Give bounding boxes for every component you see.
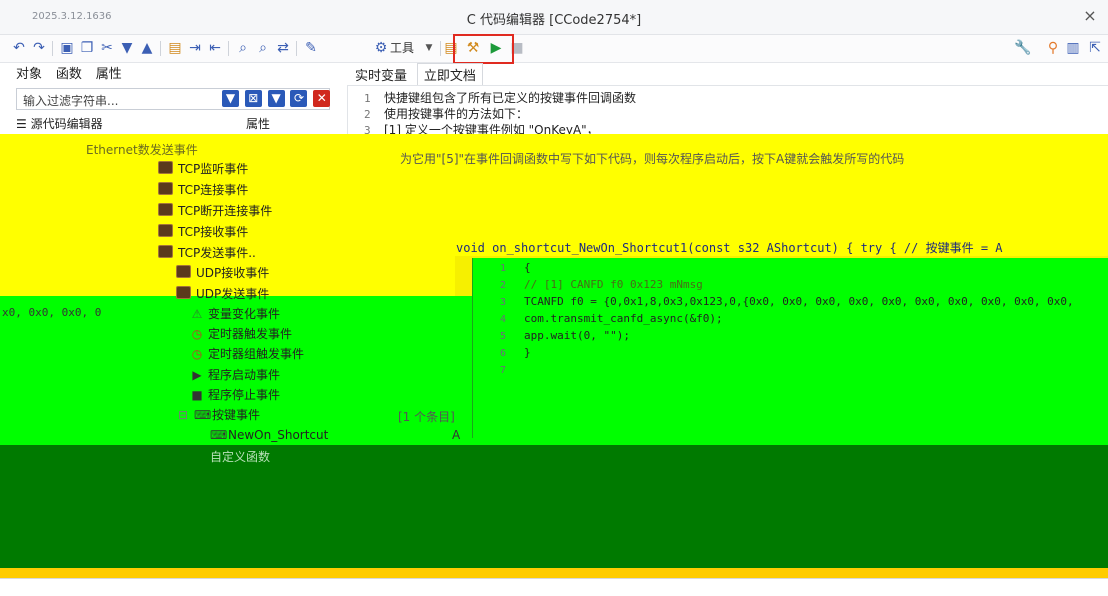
tree-item-tcp-disconnect[interactable]: TCP断开连接事件: [158, 202, 272, 219]
overlay-dark-green: [0, 445, 1108, 578]
collapse-icon: ⊟: [177, 408, 189, 422]
tree-item-udp-send[interactable]: UDP发送事件: [176, 285, 269, 302]
outdent-icon[interactable]: ⇤: [206, 38, 224, 58]
cut-icon[interactable]: ✂: [98, 38, 116, 58]
tree-item-tcp-send[interactable]: TCP发送事件..: [158, 244, 256, 261]
toolbar-separator: [296, 41, 297, 56]
chevron-down-icon[interactable]: ▼: [420, 38, 438, 58]
tree-item-tcp-connect[interactable]: TCP连接事件: [158, 181, 248, 198]
keyboard-icon: ⌨: [194, 408, 212, 422]
tree-item-udp-receive[interactable]: UDP接收事件: [176, 264, 269, 281]
window-icon[interactable]: ▥: [1064, 38, 1082, 58]
tree-item-ethernet[interactable]: Ethernet数发送事件: [86, 141, 198, 158]
code-signature[interactable]: void on_shortcut_NewOn_Shortcut1(const s…: [456, 239, 1003, 256]
event-icon: [176, 286, 191, 299]
code-line[interactable]: 6}: [478, 346, 531, 359]
code-line[interactable]: 4 com.transmit_canfd_async(&f0);: [478, 312, 723, 325]
window-title: C 代码编辑器 [CCode2754*]: [466, 13, 642, 28]
event-icon: [158, 182, 173, 195]
filter-clear-icon[interactable]: ⊠: [244, 90, 262, 107]
overlay-yellow-bottom: [0, 568, 1108, 578]
link-icon[interactable]: ⚲: [1044, 38, 1062, 58]
code-gutter-divider: [472, 258, 473, 438]
play-icon: ▶: [192, 368, 202, 382]
event-icon: [158, 161, 173, 174]
tree-item-tcp-receive[interactable]: TCP接收事件: [158, 223, 248, 240]
toolbar-separator: [160, 41, 161, 56]
expand-icon[interactable]: ▼: [267, 90, 285, 107]
filter-icons: ▼ ⊠ ▼ ⟳ ✕: [222, 90, 332, 107]
tree-item-newon-shortcut[interactable]: ⌨NewOn_Shortcut: [210, 428, 328, 442]
tree-item-timer[interactable]: ◷ 定时器触发事件: [190, 325, 292, 342]
tree-item-program-stop[interactable]: ■ 程序停止事件: [190, 386, 280, 403]
refresh-icon[interactable]: ⟳: [290, 90, 308, 107]
toolbar: ↶ ↷ ▣ ❐ ✂ ▼ ▲ ▤ ⇥ ⇤ ⌕ ⌕ ⇄ ✎ ⚙ 工具 ▼ ▤ ⚒ ▶…: [0, 35, 1108, 63]
delete-icon[interactable]: ✕: [313, 90, 331, 107]
tree-root[interactable]: 源代码编辑器: [31, 117, 103, 131]
tree-header: ☰ 源代码编辑器 属性: [16, 115, 336, 132]
tab-objects[interactable]: 对象: [16, 63, 42, 82]
undo-icon[interactable]: ↶: [10, 38, 28, 58]
open-folder-icon[interactable]: ▤: [166, 38, 184, 58]
tab-properties[interactable]: 属性: [96, 63, 122, 82]
event-icon: [158, 224, 173, 237]
pencil-icon[interactable]: ✎: [302, 38, 320, 58]
tab-instant-doc[interactable]: 立即文档: [416, 63, 483, 85]
tree-root-icon: ☰: [16, 117, 31, 131]
tree-item-variable-change[interactable]: ⚠ 变量变化事件: [190, 305, 280, 322]
code-line[interactable]: 1{: [478, 261, 531, 274]
code-line[interactable]: 2// [1] CANFD f0 0x123 mNmsg: [478, 278, 703, 291]
right-panel-tabs: 实时变量 立即文档: [349, 63, 483, 85]
doc-panel: 1 快捷键组包含了所有已定义的按键事件回调函数 2 使用按键事件的方法如下： 3 [1…: [347, 85, 1108, 137]
tab-live-variables[interactable]: 实时变量: [349, 64, 413, 85]
code-line[interactable]: 3 TCANFD f0 = {0,0x1,8,0x3,0x123,0,{0x0, …: [478, 295, 1074, 308]
doc-line: 1 快捷键组包含了所有已定义的按键事件回调函数: [364, 91, 637, 105]
tree-item-program-start[interactable]: ▶ 程序启动事件: [190, 366, 280, 383]
close-button[interactable]: ×: [1080, 6, 1100, 26]
find-icon[interactable]: ⌕: [234, 38, 252, 58]
toolbar-separator: [228, 41, 229, 56]
tools-menu-button[interactable]: 工具: [390, 39, 414, 56]
export-icon[interactable]: ⇱: [1086, 38, 1104, 58]
indent-icon[interactable]: ⇥: [186, 38, 204, 58]
timer-icon: ◷: [191, 327, 203, 341]
event-icon: [176, 265, 191, 278]
move-up-icon[interactable]: ▲: [138, 38, 156, 58]
redo-icon[interactable]: ↷: [30, 38, 48, 58]
filter-icon[interactable]: ▼: [222, 90, 239, 107]
code-line[interactable]: 5 app.wait(0, "");: [478, 329, 630, 342]
timer-icon: ◷: [191, 347, 203, 361]
tree-item-key-events[interactable]: ⊟ ⌨按键事件: [176, 406, 260, 423]
event-icon: [158, 245, 173, 258]
event-icon: [158, 203, 173, 216]
toolbar-separator: [52, 41, 53, 56]
property-header: 属性: [246, 117, 271, 131]
replace-icon[interactable]: ⇄: [274, 38, 292, 58]
hex-overflow-text: x0, 0x0, 0x0, 0: [2, 306, 102, 319]
doc-line: 2 使用按键事件的方法如下：: [364, 107, 529, 121]
gear-icon[interactable]: ⚙: [372, 38, 390, 58]
toolbar-separator: [440, 41, 441, 56]
tree-item-custom-functions[interactable]: 自定义函数: [210, 448, 270, 465]
wrench-icon[interactable]: 🔧: [1014, 38, 1032, 58]
doc-instruction: 为它用"[5]"在事件回调函数中写下如下代码，则每次程序启动后，按下A键就会触发…: [400, 152, 905, 166]
stop-icon: ■: [191, 388, 203, 402]
find-next-icon[interactable]: ⌕: [254, 38, 272, 58]
tree-item-tcp-listen[interactable]: TCP监听事件: [158, 160, 248, 177]
tree-item-timer-group[interactable]: ◷ 定时器组触发事件: [190, 345, 304, 362]
left-panel-tabs: 对象 函数 属性: [16, 63, 132, 85]
save-icon[interactable]: ▣: [58, 38, 76, 58]
variable-icon: ⚠: [191, 307, 203, 321]
tab-functions[interactable]: 函数: [56, 63, 82, 82]
item-count: [1 个条目]: [398, 410, 455, 424]
status-bar: [0, 578, 1108, 596]
move-down-icon[interactable]: ▼: [118, 38, 136, 58]
copy-icon[interactable]: ❐: [78, 38, 96, 58]
highlight-box: [453, 34, 514, 64]
code-line[interactable]: 7: [478, 363, 524, 376]
keyboard-icon: ⌨: [210, 428, 228, 442]
shortcut-key-value: A: [452, 428, 461, 442]
